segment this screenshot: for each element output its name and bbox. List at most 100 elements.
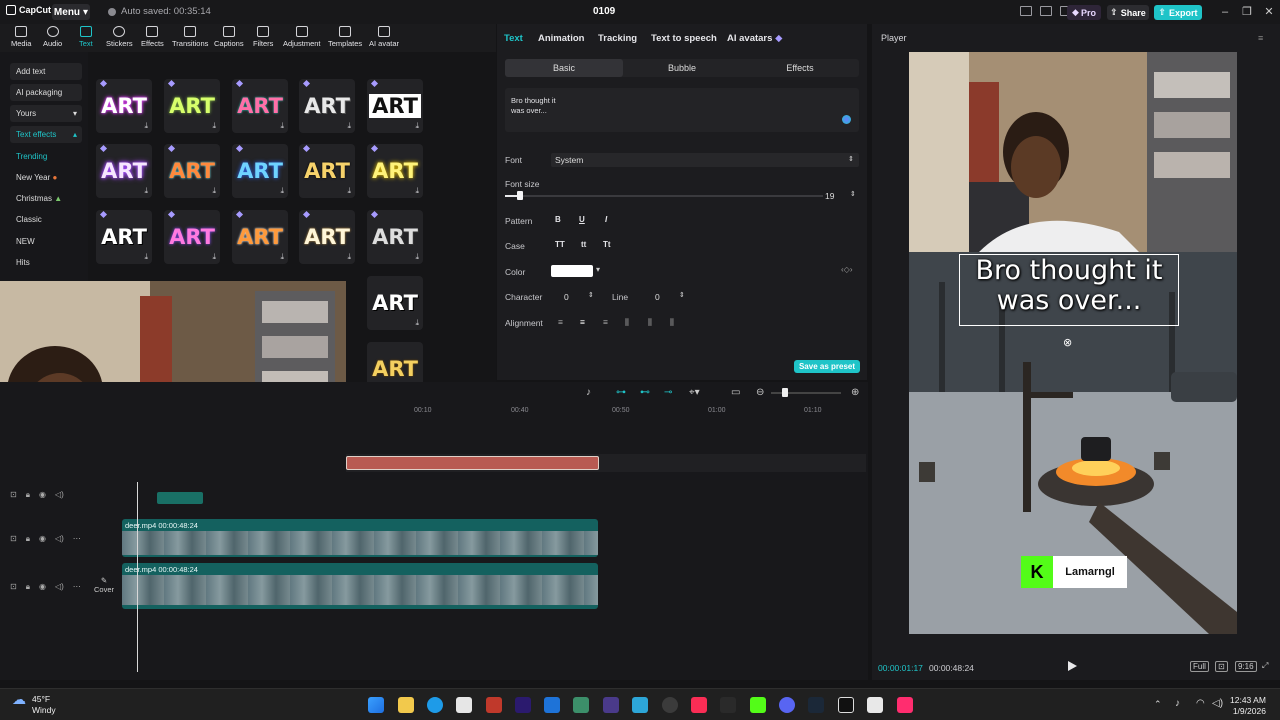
eye-icon[interactable]: ◉ <box>39 582 46 592</box>
maximize-icon[interactable]: ❐ <box>1240 5 1254 19</box>
case-lower-button[interactable]: tt <box>581 240 586 249</box>
premiere-icon[interactable] <box>515 697 531 713</box>
font-size-slider[interactable] <box>505 195 823 197</box>
full-quality-button[interactable]: Full <box>1190 661 1209 672</box>
case-upper-button[interactable]: TT <box>555 240 565 249</box>
align-top-icon[interactable]: ⫼ <box>625 317 629 328</box>
download-icon[interactable]: ⤓ <box>144 121 148 131</box>
download-icon[interactable]: ⤓ <box>280 186 284 196</box>
tab-animation[interactable]: Animation <box>538 33 584 44</box>
tiktok-icon[interactable] <box>897 697 913 713</box>
teamfight-icon[interactable] <box>603 697 619 713</box>
ratio-button[interactable]: 9:16 <box>1235 661 1257 672</box>
sidebar-item-new-year[interactable]: New Year ● <box>10 169 82 186</box>
sidebar-item-add-text[interactable]: Add text <box>10 63 82 80</box>
text-content-input[interactable]: Bro thought it was over... <box>505 88 859 132</box>
tool-filters[interactable]: Filters <box>253 26 273 48</box>
sidebar-item-yours[interactable]: Yours ▾ <box>10 105 82 122</box>
caption-icon[interactable]: ▭ <box>731 387 740 398</box>
zoom-in-icon[interactable]: ⊕ <box>851 387 859 398</box>
volume-icon[interactable]: ◁) <box>1212 698 1223 709</box>
video-clip[interactable]: deer.mp4 00:00:48:24 <box>122 519 598 557</box>
sidebar-item-christmas[interactable]: Christmas ▲ <box>10 190 82 207</box>
character-value[interactable]: 0 <box>564 292 569 302</box>
text-clip[interactable] <box>346 456 599 470</box>
more-icon[interactable]: ⋯ <box>73 534 81 544</box>
audio-icon[interactable]: ◁) <box>55 490 64 500</box>
close-icon[interactable]: ✕ <box>1262 5 1276 19</box>
rotate-handle-icon[interactable]: ⊗ <box>1063 336 1072 349</box>
preview-axis-icon[interactable]: ⊸ <box>664 387 672 398</box>
download-icon[interactable]: ⤓ <box>347 186 351 196</box>
tool-templates[interactable]: Templates <box>328 26 362 48</box>
zoom-slider-handle[interactable] <box>782 388 788 397</box>
text-effect-tile[interactable]: ART ⤓ <box>299 79 355 133</box>
audio-icon[interactable]: ◁) <box>55 534 64 544</box>
align-left-icon[interactable]: ≡ <box>558 317 563 327</box>
download-icon[interactable]: ⤓ <box>280 252 284 262</box>
text-effect-tile[interactable]: ART ⤓ <box>299 144 355 198</box>
font-select[interactable]: System ⇕ <box>551 153 859 167</box>
download-icon[interactable]: ⤓ <box>415 252 419 262</box>
layout-icon[interactable] <box>1020 6 1032 16</box>
tool-captions[interactable]: Captions <box>214 26 244 48</box>
bold-button[interactable]: B <box>555 215 561 224</box>
split-icon[interactable]: ⌖▾ <box>689 387 700 398</box>
tool-adjustment[interactable]: Adjustment <box>283 26 321 48</box>
text-effect-tile[interactable]: ART ⤓ <box>164 79 220 133</box>
text-effect-tile[interactable]: ART ⤓ <box>232 210 288 264</box>
download-icon[interactable]: ⤓ <box>415 318 419 328</box>
project-title[interactable]: 0109 <box>593 6 615 17</box>
lock-icon[interactable]: 🔒︎ <box>26 582 30 592</box>
app-icon[interactable] <box>867 697 883 713</box>
tab-tracking[interactable]: Tracking <box>598 33 637 44</box>
microphone-icon[interactable]: ♪ <box>1175 698 1180 709</box>
download-icon[interactable]: ⤓ <box>347 252 351 262</box>
stepper-icon[interactable]: ⇕ <box>588 291 594 299</box>
tool-stickers[interactable]: Stickers <box>106 26 133 48</box>
steam-icon[interactable] <box>808 697 824 713</box>
play-button[interactable] <box>1068 661 1077 671</box>
download-icon[interactable]: ⤓ <box>212 186 216 196</box>
align-right-icon[interactable]: ≡ <box>603 317 608 327</box>
align-center-icon[interactable]: ≡ <box>580 317 585 327</box>
wifi-icon[interactable]: ◠ <box>1196 698 1205 709</box>
magnet-icon[interactable]: ⊶ <box>616 387 626 398</box>
tool-effects[interactable]: Effects <box>141 26 164 48</box>
cover-button[interactable]: ✎ Cover <box>92 576 116 598</box>
stepper-icon[interactable]: ⇕ <box>679 291 685 299</box>
export-button[interactable]: ⇧ Export <box>1154 5 1202 20</box>
sidebar-item-hits[interactable]: Hits <box>10 254 82 271</box>
music-icon[interactable] <box>691 697 707 713</box>
download-icon[interactable]: ⤓ <box>347 121 351 131</box>
link-icon[interactable]: ⊷ <box>640 387 650 398</box>
track-toggle-icon[interactable]: ⊡ <box>10 582 17 592</box>
screenshot-icon[interactable]: ⊡ <box>1215 661 1228 672</box>
edge-icon[interactable] <box>427 697 443 713</box>
app-icon[interactable] <box>632 697 648 713</box>
font-size-value[interactable]: 19 <box>825 191 834 201</box>
zoom-out-icon[interactable]: ⊖ <box>756 387 764 398</box>
pro-button[interactable]: ◆ Pro <box>1067 5 1101 20</box>
line-value[interactable]: 0 <box>655 292 660 302</box>
store-icon[interactable] <box>456 697 472 713</box>
sidebar-item-ai-packaging[interactable]: AI packaging <box>10 84 82 101</box>
text-effect-tile[interactable]: ART ⤓ <box>96 79 152 133</box>
underline-button[interactable]: U <box>579 215 585 224</box>
case-title-button[interactable]: Tt <box>603 240 611 249</box>
obs-icon[interactable] <box>662 697 678 713</box>
lock-icon[interactable]: 🔒︎ <box>26 490 30 500</box>
audio-icon[interactable]: ◁) <box>55 582 64 592</box>
more-icon[interactable]: ⋯ <box>73 582 81 592</box>
caption-text[interactable]: Bro thought it was over... <box>959 256 1179 316</box>
align-bottom-icon[interactable]: ⫼ <box>670 317 674 328</box>
video-clip[interactable]: deer.mp4 00:00:48:24 <box>122 563 598 609</box>
tool-transitions[interactable]: Transitions <box>172 26 208 48</box>
download-icon[interactable]: ⤓ <box>415 121 419 131</box>
keyframe-icon[interactable]: ‹◇› <box>841 265 852 274</box>
app-icon[interactable] <box>573 697 589 713</box>
sidebar-item-text-effects[interactable]: Text effects ▴ <box>10 126 82 143</box>
tool-text[interactable]: Text <box>79 26 93 48</box>
text-effect-tile[interactable]: ART ⤓ <box>367 79 423 133</box>
shortcuts-icon[interactable] <box>1040 6 1052 16</box>
